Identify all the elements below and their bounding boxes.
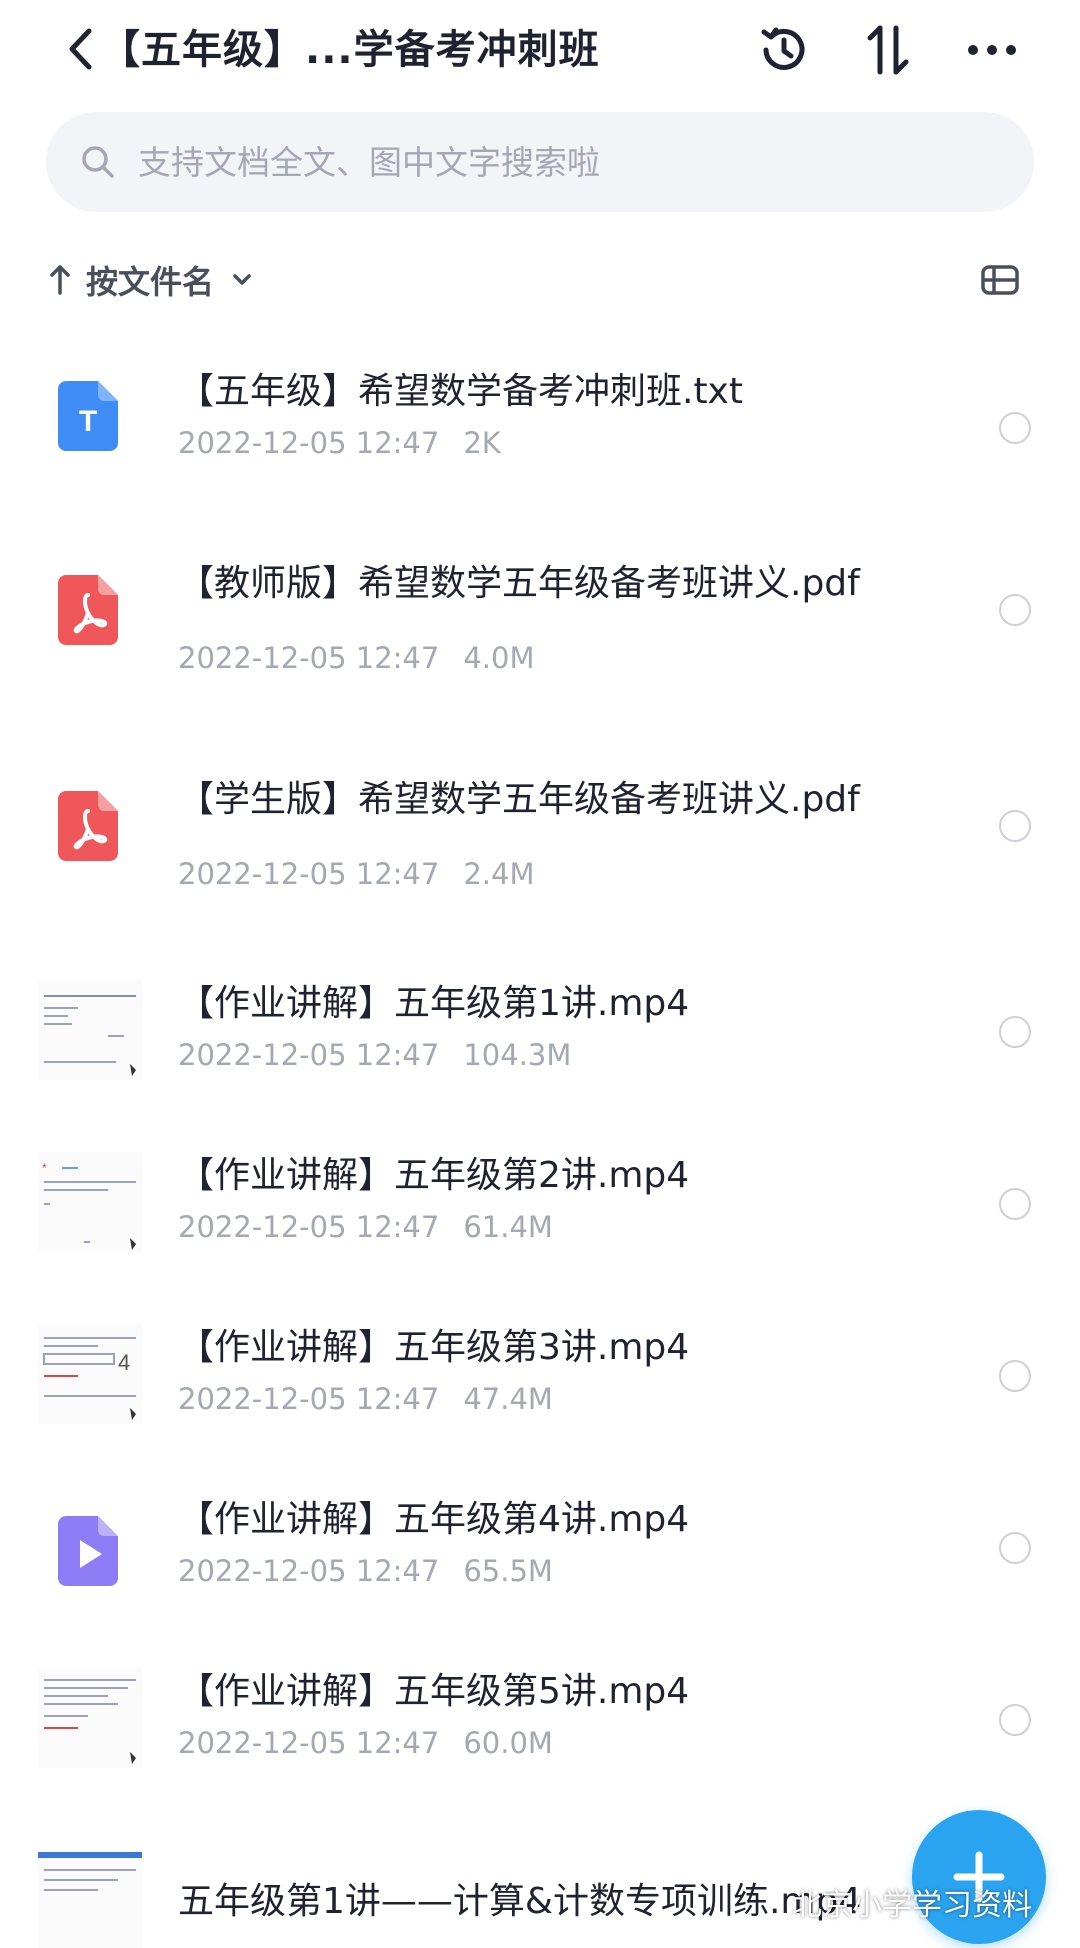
file-meta: 2022-12-05 12:47 60.0M (178, 1723, 553, 1763)
arrow-up-icon (46, 260, 74, 300)
select-radio[interactable] (999, 1016, 1031, 1048)
list-item[interactable]: 【作业讲解】五年级第5讲.mp4 2022-12-05 12:47 60.0M (0, 1658, 1080, 1788)
history-icon (761, 27, 805, 70)
list-item[interactable]: T 【五年级】希望数学备考冲刺班.txt 2022-12-05 12:47 2K (0, 350, 1080, 490)
list-item[interactable]: 【作业讲解】五年级第1讲.mp4 2022-12-05 12:47 104.3M (0, 970, 1080, 1100)
file-size: 60.0M (463, 1726, 553, 1760)
file-name: 【作业讲解】五年级第4讲.mp4 (178, 1499, 690, 1540)
video-file-icon (58, 1516, 118, 1586)
file-name: 【作业讲解】五年级第3讲.mp4 (178, 1327, 690, 1368)
select-radio[interactable] (999, 810, 1031, 842)
file-size: 4.0M (463, 641, 535, 675)
file-meta: 2022-12-05 12:47 104.3M (178, 1035, 571, 1075)
file-date: 2022-12-05 12:47 (178, 1726, 440, 1760)
sort-selector[interactable]: 按文件名 (46, 250, 256, 310)
more-options-button[interactable] (960, 18, 1024, 82)
search-input[interactable] (138, 142, 998, 182)
select-radio[interactable] (999, 1704, 1031, 1736)
file-date: 2022-12-05 12:47 (178, 1554, 440, 1588)
sort-icon (867, 25, 909, 75)
file-name: 【教师版】希望数学五年级备考班讲义.pdf (178, 563, 860, 604)
sort-order-button[interactable] (856, 18, 920, 82)
file-date: 2022-12-05 12:47 (178, 641, 440, 675)
txt-file-icon: T (58, 381, 118, 451)
file-meta: 2022-12-05 12:47 61.4M (178, 1207, 553, 1247)
video-thumbnail (38, 980, 142, 1080)
file-size: 47.4M (463, 1382, 553, 1416)
file-name: 【学生版】希望数学五年级备考班讲义.pdf (178, 779, 860, 820)
list-view-icon (981, 265, 1019, 295)
file-name: 【五年级】希望数学备考冲刺班.txt (178, 371, 743, 412)
select-radio[interactable] (999, 1188, 1031, 1220)
page-title: 【五年级】...学备考冲刺班 (100, 27, 600, 73)
pdf-file-icon (58, 575, 118, 645)
sort-label: 按文件名 (86, 263, 215, 301)
pdf-file-icon (58, 791, 118, 861)
file-date: 2022-12-05 12:47 (178, 857, 440, 891)
file-date: 2022-12-05 12:47 (178, 1210, 440, 1244)
file-size: 61.4M (463, 1210, 553, 1244)
back-button[interactable] (60, 22, 100, 76)
select-radio[interactable] (999, 1532, 1031, 1564)
more-icon (968, 45, 1016, 55)
svg-text:T: T (79, 405, 97, 438)
select-radio[interactable] (999, 412, 1031, 444)
file-meta: 2022-12-05 12:47 2.4M (178, 854, 534, 894)
video-thumbnail (38, 1668, 142, 1768)
list-item[interactable]: * 【作业讲解】五年级第2讲.mp4 2022-12-05 12:47 61.4M (0, 1142, 1080, 1272)
file-size: 2.4M (463, 857, 535, 891)
file-meta: 2022-12-05 12:47 4.0M (178, 638, 534, 678)
chevron-left-icon (69, 28, 92, 70)
video-thumbnail: 4 (38, 1324, 142, 1424)
list-item[interactable]: 4 【作业讲解】五年级第3讲.mp4 2022-12-05 12:47 47.4M (0, 1314, 1080, 1444)
file-name: 【作业讲解】五年级第2讲.mp4 (178, 1155, 690, 1196)
file-date: 2022-12-05 12:47 (178, 426, 440, 460)
svg-text:4: 4 (118, 1350, 130, 1375)
watermark: 北京小学学习资料 (792, 1888, 1032, 1923)
top-bar: 【五年级】...学备考冲刺班 (0, 0, 1080, 100)
file-size: 104.3M (463, 1038, 572, 1072)
file-size: 2K (463, 426, 501, 460)
list-item[interactable]: 【学生版】希望数学五年级备考班讲义.pdf 2022-12-05 12:47 2.… (0, 756, 1080, 906)
select-radio[interactable] (999, 1360, 1031, 1392)
svg-text:*: * (42, 1161, 47, 1175)
file-meta: 2022-12-05 12:47 2K (178, 423, 501, 463)
file-name: 【作业讲解】五年级第5讲.mp4 (178, 1671, 690, 1712)
video-thumbnail: * (38, 1152, 142, 1252)
file-date: 2022-12-05 12:47 (178, 1038, 440, 1072)
file-meta: 2022-12-05 12:47 47.4M (178, 1379, 553, 1419)
file-name: 五年级第1讲——计算&计数专项训练.mp4 (178, 1881, 862, 1922)
file-meta: 2022-12-05 12:47 65.5M (178, 1551, 553, 1591)
select-radio[interactable] (999, 594, 1031, 626)
file-name: 【作业讲解】五年级第1讲.mp4 (178, 983, 690, 1024)
file-date: 2022-12-05 12:47 (178, 1382, 440, 1416)
video-thumbnail (38, 1852, 142, 1948)
history-button[interactable] (752, 18, 816, 82)
search-icon (76, 140, 120, 184)
list-item[interactable]: 【作业讲解】五年级第4讲.mp4 2022-12-05 12:47 65.5M (0, 1486, 1080, 1616)
file-size: 65.5M (463, 1554, 553, 1588)
view-mode-button[interactable] (976, 258, 1024, 302)
search-bar[interactable] (46, 112, 1034, 212)
list-item[interactable]: 【教师版】希望数学五年级备考班讲义.pdf 2022-12-05 12:47 4.… (0, 540, 1080, 690)
chevron-down-icon (228, 266, 256, 294)
